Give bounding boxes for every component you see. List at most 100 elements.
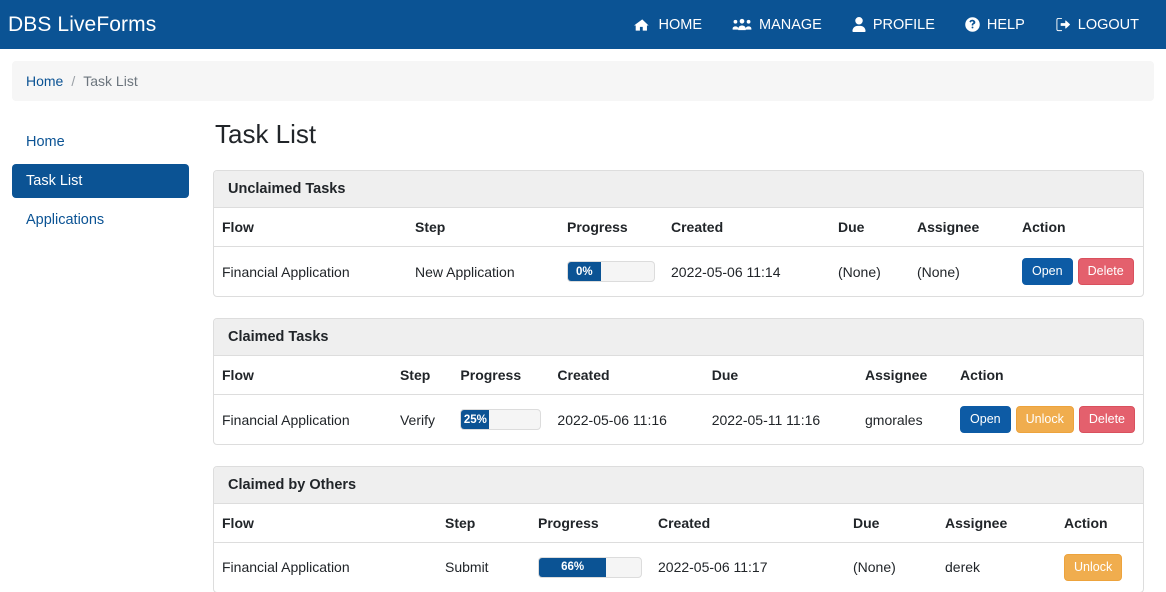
col-progress: Progress bbox=[530, 503, 650, 543]
cell-step: New Application bbox=[415, 263, 515, 280]
nav-item-manage-label: MANAGE bbox=[758, 16, 822, 33]
claimed-by-others-table: Flow Step Progress Created Due Assignee … bbox=[214, 503, 1143, 592]
cell-due: (None) bbox=[853, 559, 896, 576]
cell-step: Verify bbox=[399, 411, 435, 428]
col-due: Due bbox=[703, 356, 857, 396]
claimed-tasks-thead: Flow Step Progress Created Due Assignee … bbox=[214, 356, 1143, 396]
table-header-row: Flow Step Progress Created Due Assignee … bbox=[214, 503, 1143, 543]
breadcrumb-current: Task List bbox=[83, 73, 138, 89]
nav-item-logout-label: LOGOUT bbox=[1077, 16, 1139, 33]
cell-action: Open Unlock Delete bbox=[952, 395, 1143, 444]
delete-button[interactable]: Delete bbox=[1078, 406, 1135, 433]
col-flow: Flow bbox=[214, 208, 407, 248]
col-flow: Flow bbox=[214, 356, 392, 396]
col-action: Action bbox=[1014, 208, 1143, 248]
col-assignee: Assignee bbox=[857, 356, 953, 396]
page-body: Home Task List Applications Task List Un… bbox=[0, 101, 1166, 592]
home-icon bbox=[634, 17, 651, 32]
col-step: Step bbox=[407, 208, 559, 248]
cell-action: Open Delete bbox=[1014, 247, 1143, 296]
main-content: Task List Unclaimed Tasks Flow Step Prog… bbox=[189, 119, 1154, 592]
nav-item-profile-label: PROFILE bbox=[872, 16, 935, 33]
cell-flow: Financial Application bbox=[222, 411, 350, 428]
cell-created: 2022-05-06 11:14 bbox=[671, 263, 781, 280]
action-buttons: Open Delete bbox=[1022, 258, 1135, 286]
table-row: Financial Application Submit 66% 2022-05… bbox=[214, 542, 1143, 591]
question-circle-icon bbox=[965, 17, 980, 32]
unclaimed-tasks-tbody: Financial Application New Application 0%… bbox=[214, 247, 1143, 296]
panel-claimed-by-others-heading: Claimed by Others bbox=[214, 466, 1143, 504]
cell-due: 2022-05-11 11:16 bbox=[711, 411, 821, 428]
unclaimed-tasks-thead: Flow Step Progress Created Due Assignee … bbox=[214, 208, 1143, 248]
cell-progress: 25% bbox=[452, 395, 549, 444]
open-button[interactable]: Open bbox=[1022, 258, 1073, 286]
table-row: Financial Application New Application 0%… bbox=[214, 247, 1143, 296]
col-due: Due bbox=[845, 503, 937, 543]
col-assignee: Assignee bbox=[937, 503, 1056, 543]
breadcrumb-separator: / bbox=[71, 73, 76, 89]
progress-bar-track: 0% bbox=[567, 261, 655, 283]
delete-button[interactable]: Delete bbox=[1077, 258, 1134, 286]
progress-bar-track: 25% bbox=[460, 409, 542, 430]
cell-action: Unlock bbox=[1056, 542, 1143, 591]
users-icon bbox=[732, 17, 752, 32]
nav-item-logout[interactable]: LOGOUT bbox=[1040, 9, 1154, 41]
cell-created: 2022-05-06 11:17 bbox=[658, 559, 768, 576]
action-buttons: Unlock bbox=[1064, 553, 1135, 581]
sidebar-item-task-list[interactable]: Task List bbox=[12, 164, 189, 198]
col-progress: Progress bbox=[559, 208, 663, 248]
claimed-tasks-table: Flow Step Progress Created Due Assignee … bbox=[214, 356, 1143, 444]
claimed-by-others-thead: Flow Step Progress Created Due Assignee … bbox=[214, 503, 1143, 543]
panel-unclaimed-tasks: Unclaimed Tasks Flow Step Progress Creat… bbox=[213, 170, 1144, 298]
nav-item-manage[interactable]: MANAGE bbox=[717, 9, 837, 41]
progress-bar-fill: 0% bbox=[568, 262, 601, 282]
open-button[interactable]: Open bbox=[960, 406, 1011, 433]
sidebar: Home Task List Applications bbox=[12, 119, 189, 592]
nav-item-profile[interactable]: PROFILE bbox=[837, 9, 950, 41]
table-row: Financial Application Verify 25% 2022-05… bbox=[214, 395, 1143, 444]
col-step: Step bbox=[391, 356, 453, 396]
col-step: Step bbox=[437, 503, 530, 543]
unlock-button[interactable]: Unlock bbox=[1064, 553, 1123, 581]
col-action: Action bbox=[952, 356, 1143, 396]
col-created: Created bbox=[663, 208, 830, 248]
sign-out-icon bbox=[1055, 17, 1071, 32]
cell-assignee: derek bbox=[945, 559, 981, 576]
breadcrumb-home[interactable]: Home bbox=[26, 73, 63, 89]
progress-bar-fill: 66% bbox=[539, 557, 607, 577]
col-flow: Flow bbox=[214, 503, 437, 543]
app-brand[interactable]: DBS LiveForms bbox=[0, 13, 156, 37]
cell-progress: 66% bbox=[530, 542, 650, 591]
progress-bar-fill: 25% bbox=[461, 410, 490, 429]
col-assignee: Assignee bbox=[909, 208, 1014, 248]
claimed-tasks-tbody: Financial Application Verify 25% 2022-05… bbox=[214, 395, 1143, 444]
action-buttons: Open Unlock Delete bbox=[960, 406, 1135, 433]
sidebar-item-home[interactable]: Home bbox=[12, 125, 189, 159]
cell-created: 2022-05-06 11:16 bbox=[557, 411, 667, 428]
cell-due: (None) bbox=[838, 263, 881, 280]
cell-flow: Financial Application bbox=[222, 559, 350, 576]
panel-claimed-tasks-heading: Claimed Tasks bbox=[214, 319, 1143, 357]
panel-claimed-by-others: Claimed by Others Flow Step Progress Cre… bbox=[213, 465, 1144, 592]
top-navbar: DBS LiveForms HOME MANAGE PROFILE HELP L… bbox=[0, 0, 1166, 49]
cell-step: Submit bbox=[445, 559, 489, 576]
table-header-row: Flow Step Progress Created Due Assignee … bbox=[214, 208, 1143, 248]
nav-item-help-label: HELP bbox=[986, 16, 1025, 33]
nav-item-home-label: HOME bbox=[658, 16, 702, 33]
progress-bar-track: 66% bbox=[538, 556, 642, 578]
cell-flow: Financial Application bbox=[222, 263, 350, 280]
col-due: Due bbox=[830, 208, 909, 248]
cell-assignee: gmorales bbox=[865, 411, 923, 428]
unlock-button[interactable]: Unlock bbox=[1015, 406, 1074, 433]
table-header-row: Flow Step Progress Created Due Assignee … bbox=[214, 356, 1143, 396]
nav-item-home[interactable]: HOME bbox=[619, 9, 717, 41]
sidebar-item-applications[interactable]: Applications bbox=[12, 203, 189, 237]
page-title: Task List bbox=[215, 119, 317, 149]
user-icon bbox=[852, 17, 866, 32]
panel-claimed-tasks: Claimed Tasks Flow Step Progress Created… bbox=[213, 318, 1144, 445]
claimed-by-others-tbody: Financial Application Submit 66% 2022-05… bbox=[214, 542, 1143, 591]
col-action: Action bbox=[1056, 503, 1143, 543]
panel-unclaimed-tasks-heading: Unclaimed Tasks bbox=[214, 171, 1143, 209]
nav-item-help[interactable]: HELP bbox=[950, 9, 1040, 41]
navbar-links: HOME MANAGE PROFILE HELP LOGOUT bbox=[619, 9, 1154, 41]
